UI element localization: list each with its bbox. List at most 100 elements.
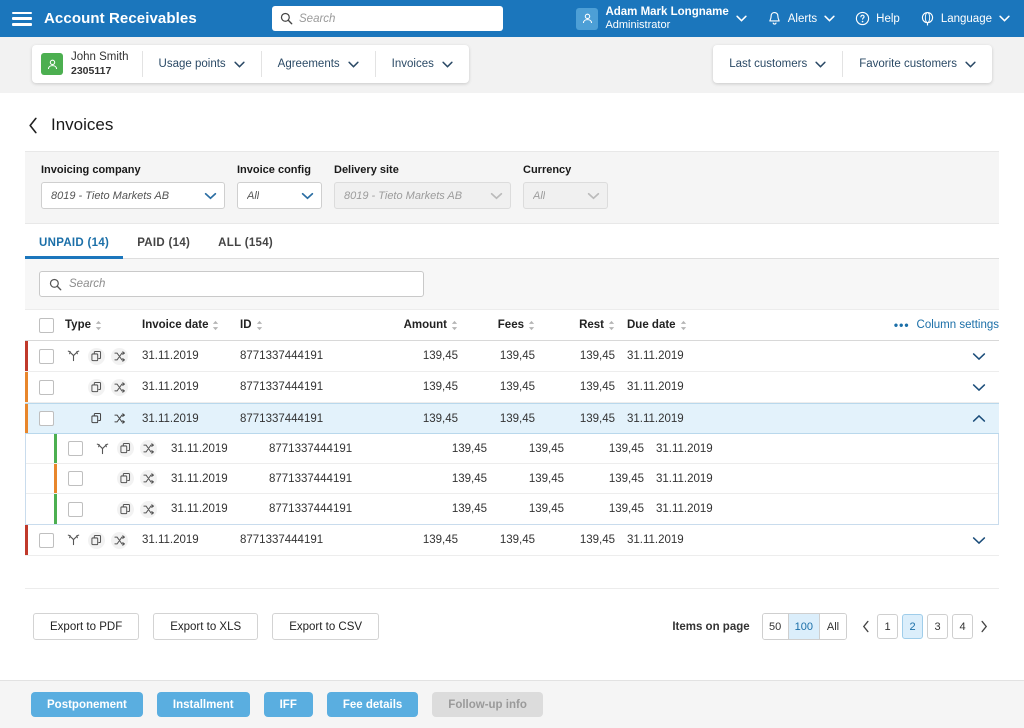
row-expand-toggle[interactable] xyxy=(959,383,999,392)
cell-fees: 139,45 xyxy=(499,534,535,546)
row-expand-toggle[interactable] xyxy=(959,536,999,545)
shuffle-icon[interactable] xyxy=(140,470,157,487)
table-row[interactable]: 31.11.2019 8771337444191 139,45 139,45 1… xyxy=(26,494,998,524)
table-row[interactable]: 31.11.2019 8771337444191 139,45 139,45 1… xyxy=(26,464,998,494)
page-button-2[interactable]: 2 xyxy=(902,614,923,639)
chevron-left-icon[interactable] xyxy=(28,117,38,134)
cell-fees: 139,45 xyxy=(499,381,535,393)
filter-label: Invoice config xyxy=(237,164,311,176)
shuffle-icon[interactable] xyxy=(140,500,157,518)
filter-label: Invoicing company xyxy=(41,164,141,176)
postponement-button[interactable]: Postponement xyxy=(31,692,143,717)
shuffle-icon[interactable] xyxy=(111,378,128,396)
nav-agreements[interactable]: Agreements xyxy=(262,51,376,77)
alerts-menu[interactable]: Alerts xyxy=(757,0,845,37)
invoice-config-select[interactable]: All xyxy=(237,182,322,209)
column-header-invoice-date[interactable]: Invoice date xyxy=(142,319,240,331)
table-row[interactable]: 31.11.2019 8771337444191 139,45 139,45 1… xyxy=(25,525,999,556)
shuffle-icon[interactable] xyxy=(140,440,157,457)
items-option-100[interactable]: 100 xyxy=(788,614,820,639)
tab-paid[interactable]: PAID (14) xyxy=(123,237,204,258)
currency-value: All xyxy=(533,189,546,202)
column-header-due-date[interactable]: Due date xyxy=(627,319,747,331)
shuffle-icon[interactable] xyxy=(111,531,128,549)
copy-icon[interactable] xyxy=(88,347,105,365)
chevron-right-icon[interactable] xyxy=(977,620,991,633)
chevron-left-icon[interactable] xyxy=(859,620,873,633)
invoicing-company-select[interactable]: 8019 - Tieto Markets AB xyxy=(41,182,225,209)
help-button[interactable]: Help xyxy=(845,0,910,37)
column-header-fees[interactable]: Fees xyxy=(470,319,547,331)
user-menu[interactable]: Adam Mark Longname Administrator xyxy=(566,0,756,37)
iff-button[interactable]: IFF xyxy=(263,692,313,717)
page-button-4[interactable]: 4 xyxy=(952,614,973,639)
page-button-3[interactable]: 3 xyxy=(927,614,948,639)
global-search-input[interactable]: Search xyxy=(272,6,503,31)
column-header-id[interactable]: ID xyxy=(240,319,365,331)
row-expand-toggle[interactable] xyxy=(959,352,999,361)
select-all-checkbox[interactable] xyxy=(39,317,54,333)
row-checkbox[interactable] xyxy=(39,411,54,426)
search-icon xyxy=(280,12,293,25)
items-option-all[interactable]: All xyxy=(820,614,846,639)
tab-all[interactable]: ALL (154) xyxy=(204,237,287,258)
chevron-down-icon xyxy=(972,352,986,361)
chevron-down-icon xyxy=(587,192,600,200)
row-collapse-toggle[interactable] xyxy=(959,414,999,423)
table-row[interactable]: 31.11.2019 8771337444191 139,45 139,45 1… xyxy=(26,434,998,464)
branch-icon[interactable] xyxy=(94,440,111,457)
column-header-type[interactable]: Type xyxy=(65,319,142,331)
chevron-down-icon xyxy=(965,61,976,68)
copy-icon[interactable] xyxy=(117,500,134,518)
cell-rest: 139,45 xyxy=(579,534,615,546)
sort-icon xyxy=(95,320,102,331)
copy-icon[interactable] xyxy=(117,440,134,457)
language-label: Language xyxy=(940,12,992,25)
export-pdf-button[interactable]: Export to PDF xyxy=(33,613,140,640)
column-header-amount[interactable]: Amount xyxy=(365,319,470,331)
export-csv-button[interactable]: Export to CSV xyxy=(272,613,380,640)
language-menu[interactable]: Language xyxy=(910,0,1024,37)
table-search-input[interactable]: Search xyxy=(39,271,424,297)
sort-icon xyxy=(212,320,219,331)
copy-icon[interactable] xyxy=(88,531,105,549)
row-checkbox[interactable] xyxy=(68,501,83,517)
shuffle-icon[interactable] xyxy=(111,410,128,427)
cell-invoice-date: 31.11.2019 xyxy=(142,412,199,425)
row-checkbox[interactable] xyxy=(39,532,54,548)
table-row[interactable]: 31.11.2019 8771337444191 139,45 139,45 1… xyxy=(25,341,999,372)
installment-button[interactable]: Installment xyxy=(156,692,250,717)
items-on-page-selector: 50 100 All xyxy=(761,613,847,640)
cell-id: 8771337444191 xyxy=(240,412,324,425)
copy-icon[interactable] xyxy=(88,378,105,396)
cell-rest: 139,45 xyxy=(579,350,615,362)
row-checkbox[interactable] xyxy=(39,379,54,395)
tab-unpaid[interactable]: UNPAID (14) xyxy=(25,237,124,259)
nav-usage-points[interactable]: Usage points xyxy=(143,51,262,77)
column-header-rest[interactable]: Rest xyxy=(547,319,627,331)
current-customer[interactable]: John Smith 2305117 xyxy=(32,51,143,77)
user-avatar-icon xyxy=(576,7,599,30)
branch-icon[interactable] xyxy=(65,348,82,365)
cell-fees: 139,45 xyxy=(528,442,564,455)
cell-invoice-date: 31.11.2019 xyxy=(142,534,199,546)
table-row[interactable]: 31.11.2019 8771337444191 139,45 139,45 1… xyxy=(25,372,999,403)
copy-icon[interactable] xyxy=(117,470,134,487)
page-button-1[interactable]: 1 xyxy=(877,614,898,639)
fee-details-button[interactable]: Fee details xyxy=(326,692,419,717)
row-checkbox[interactable] xyxy=(68,471,83,486)
row-checkbox[interactable] xyxy=(39,348,54,364)
shuffle-icon[interactable] xyxy=(111,347,128,365)
hamburger-icon[interactable] xyxy=(12,11,32,26)
row-type-icons xyxy=(65,531,142,549)
table-row[interactable]: 31.11.2019 8771337444191 139,45 139,45 1… xyxy=(25,403,999,434)
copy-icon[interactable] xyxy=(88,410,105,427)
column-settings-button[interactable]: ••• Column settings xyxy=(894,318,999,332)
favorite-customers-menu[interactable]: Favorite customers xyxy=(843,51,992,77)
items-option-50[interactable]: 50 xyxy=(762,614,789,639)
last-customers-menu[interactable]: Last customers xyxy=(713,51,844,77)
row-checkbox[interactable] xyxy=(68,441,83,456)
export-xls-button[interactable]: Export to XLS xyxy=(153,613,259,640)
nav-invoices[interactable]: Invoices xyxy=(376,51,469,77)
branch-icon[interactable] xyxy=(65,532,82,549)
